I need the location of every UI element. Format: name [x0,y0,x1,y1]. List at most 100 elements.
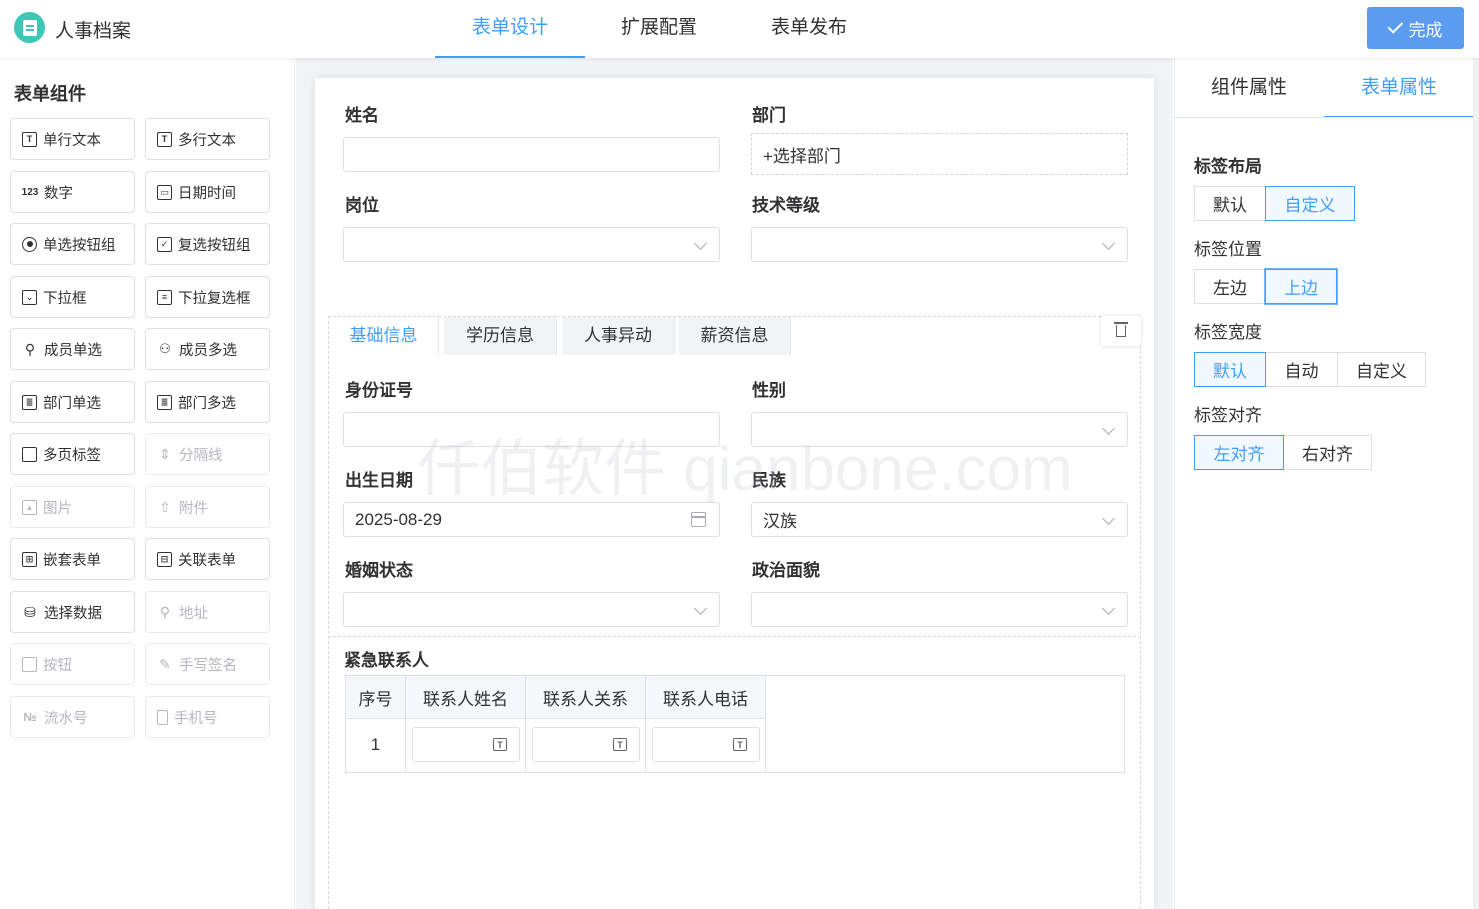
component-signature[interactable]: ✎ 手写签名 [145,643,270,685]
dept-selector[interactable]: +选择部门 [751,133,1128,175]
label-width-auto[interactable]: 自动 [1265,352,1338,387]
field-label-tech-level: 技术等级 [752,196,820,215]
location-icon: ⚲ [159,603,171,620]
id-number-input[interactable] [343,412,720,447]
birth-date-picker[interactable]: 2025-08-29 [343,502,720,537]
field-label-gender: 性别 [752,381,786,400]
component-phone[interactable]: 手机号 [145,696,270,738]
component-linked-form[interactable]: ⊟ 关联表单 [145,538,270,580]
label-width-custom[interactable]: 自定义 [1337,352,1426,387]
birth-date-value: 2025-08-29 [355,509,442,529]
delete-button[interactable] [1101,316,1141,346]
contact-name-input[interactable]: T [412,727,520,762]
user-icon: ⚲ [24,340,36,357]
component-button[interactable]: 按钮 [10,643,135,685]
component-divider[interactable]: ⇕ 分隔线 [145,433,270,475]
label-position-left[interactable]: 左边 [1194,269,1266,304]
chevron-down-icon [694,602,707,615]
dropdown-multi-icon: ≡ [157,289,172,305]
component-attachment[interactable]: ⇧ 附件 [145,486,270,528]
field-label-political: 政治面貌 [752,561,820,580]
contact-relation-input[interactable]: T [532,727,640,762]
label-position-top[interactable]: 上边 [1265,269,1337,304]
nested-form-icon: ⊞ [22,551,37,567]
tab-extension-config[interactable]: 扩展配置 [600,0,718,58]
component-serial-number[interactable]: № 流水号 [10,696,135,738]
component-single-text[interactable]: T 单行文本 [10,118,135,160]
image-icon: ▴ [22,499,37,515]
component-multi-tab[interactable]: 多页标签 [10,433,135,475]
component-dropdown-multi[interactable]: ≡ 下拉复选框 [145,276,270,318]
tab-form-properties[interactable]: 表单属性 [1324,58,1474,118]
component-dept-single[interactable]: ≣ 部门单选 [10,381,135,423]
checkbox-icon: ✓ [157,236,172,252]
gender-select[interactable] [751,412,1128,447]
tech-level-select[interactable] [751,227,1128,262]
component-dropdown[interactable]: ⌄ 下拉框 [10,276,135,318]
table-header: 联系人关系 [526,676,646,719]
multi-text-icon: T [157,131,172,147]
number-icon: 123 [21,186,39,198]
subtab-salary[interactable]: 薪资信息 [679,317,791,355]
ethnicity-select[interactable]: 汉族 [751,502,1128,537]
component-select-data[interactable]: ⛁ 选择数据 [10,591,135,633]
field-label-ethnicity: 民族 [752,471,786,490]
top-bar: 人事档案 表单设计 扩展配置 表单发布 完成 [0,0,1479,58]
marital-select[interactable] [343,592,720,627]
tab-form-publish[interactable]: 表单发布 [750,0,868,58]
tab-divider [1174,117,1473,118]
label-layout-title: 标签布局 [1194,157,1262,176]
component-nested-form[interactable]: ⊞ 嵌套表单 [10,538,135,580]
emergency-contact-title: 紧急联系人 [344,651,429,670]
label-align-right[interactable]: 右对齐 [1283,435,1372,470]
button-icon [22,656,37,672]
dept-multi-icon: ≣ [157,394,172,410]
subtab-basic-info[interactable]: 基础信息 [329,317,439,355]
field-label-marital: 婚姻状态 [345,561,413,580]
component-multi-text[interactable]: T 多行文本 [145,118,270,160]
dept-selector-placeholder: +选择部门 [763,146,841,166]
name-input[interactable] [343,137,720,172]
tab-form-design[interactable]: 表单设计 [435,0,585,58]
table-row-index: 1 [346,719,406,771]
chevron-down-icon [1102,422,1115,435]
field-label-position: 岗位 [345,196,379,215]
label-align-left[interactable]: 左对齐 [1194,435,1284,470]
phone-icon [157,709,168,725]
field-label-name: 姓名 [345,106,379,125]
scrollbar[interactable] [1473,58,1479,909]
label-width-default[interactable]: 默认 [1194,352,1266,387]
done-button[interactable]: 完成 [1367,7,1464,49]
component-member-single[interactable]: ⚲ 成员单选 [10,328,135,370]
radio-icon [22,236,37,252]
chevron-down-icon [1102,512,1115,525]
label-layout-default[interactable]: 默认 [1194,186,1266,221]
subtab-personnel-change[interactable]: 人事异动 [562,317,675,355]
contact-phone-input[interactable]: T [652,727,760,762]
done-button-label: 完成 [1408,20,1443,40]
label-layout-custom[interactable]: 自定义 [1265,186,1355,221]
text-type-icon: T [613,738,627,751]
component-member-multi[interactable]: ⚇ 成员多选 [145,328,270,370]
component-dept-multi[interactable]: ≣ 部门多选 [145,381,270,423]
table-header: 序号 [346,676,406,719]
component-address[interactable]: ⚲ 地址 [145,591,270,633]
dropdown-icon: ⌄ [22,289,37,305]
subtab-education[interactable]: 学历信息 [444,317,557,355]
component-datetime[interactable]: ▭ 日期时间 [145,171,270,213]
component-checkbox-group[interactable]: ✓ 复选按钮组 [145,223,270,265]
label-align-title: 标签对齐 [1194,406,1262,425]
chevron-down-icon [694,237,707,250]
tab-component-properties[interactable]: 组件属性 [1174,58,1324,118]
position-select[interactable] [343,227,720,262]
component-image[interactable]: ▴ 图片 [10,486,135,528]
linked-form-icon: ⊟ [157,551,172,567]
political-select[interactable] [751,592,1128,627]
tabs-icon [22,446,37,462]
component-radio-group[interactable]: 单选按钮组 [10,223,135,265]
database-icon: ⛁ [24,603,36,620]
chevron-down-icon [1102,237,1115,250]
field-label-id-number: 身份证号 [345,381,413,400]
component-number[interactable]: 123 数字 [10,171,135,213]
ethnicity-value: 汉族 [763,512,797,531]
